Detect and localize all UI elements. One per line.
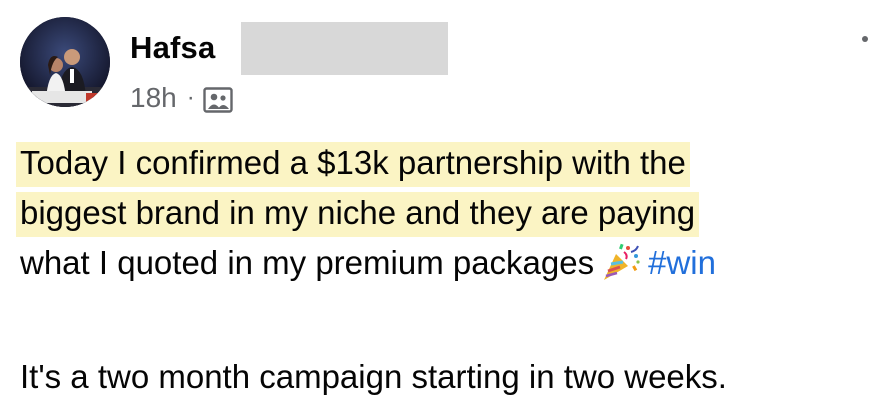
highlighted-text: biggest brand in my niche and they are p… <box>16 192 700 237</box>
party-popper-icon <box>598 240 642 284</box>
author-name[interactable]: Hafsa <box>130 30 215 66</box>
meta-separator: · <box>186 84 195 111</box>
post-line-3: what I quoted in my premium packages #wi… <box>20 238 870 288</box>
more-options-icon[interactable] <box>862 36 868 42</box>
post-line-1: Today I confirmed a $13k partnership wit… <box>16 138 870 188</box>
avatar-photo <box>20 17 110 107</box>
post-text-segment: It's a two month campaign starting in tw… <box>20 358 727 395</box>
redacted-surname <box>241 22 448 75</box>
avatar[interactable] <box>20 17 110 107</box>
post-meta: 18h · <box>130 80 233 116</box>
highlighted-text: Today I confirmed a $13k partnership wit… <box>16 142 690 187</box>
post-line-4: It's a two month campaign starting in tw… <box>20 352 870 402</box>
post-line-2: biggest brand in my niche and they are p… <box>16 188 870 238</box>
photo-icon[interactable] <box>203 87 233 113</box>
post-timestamp[interactable]: 18h <box>130 82 177 114</box>
hashtag-link[interactable]: #win <box>648 244 716 281</box>
post-text-segment: what I quoted in my premium packages <box>20 244 595 281</box>
post-text: Today I confirmed a $13k partnership wit… <box>16 138 870 402</box>
